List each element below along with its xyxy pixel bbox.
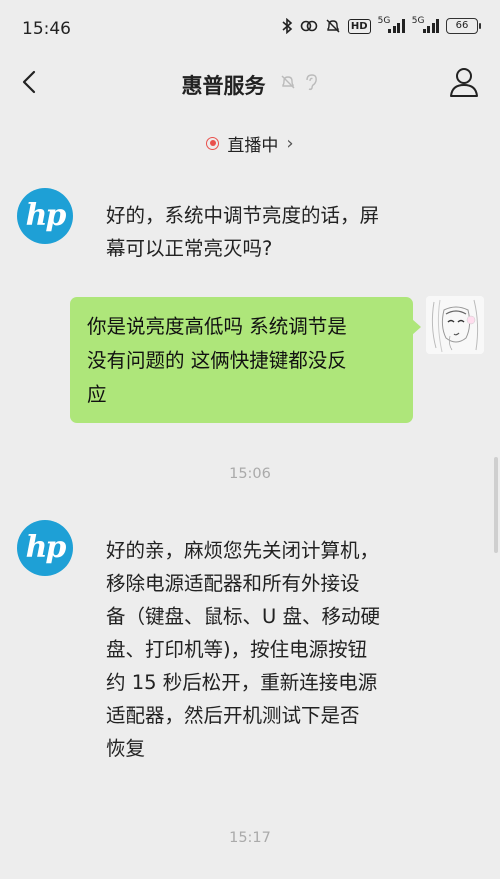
avatar[interactable] [426, 296, 484, 354]
network-type-label: 5G [377, 15, 391, 26]
message-line: 幕可以正常亮灭吗? [106, 237, 273, 260]
hp-logo-icon: hp [25, 529, 67, 565]
message-bubble[interactable]: 你是说亮度高低吗 系统调节是 没有问题的 这俩快捷键都没反 应 [70, 297, 421, 423]
battery-icon: 66 [446, 18, 481, 34]
message-line: 备（键盘、鼠标、U 盘、移动硬 [106, 605, 380, 628]
chevron-right-icon: › [286, 132, 294, 154]
signal-icon: 5G [411, 15, 439, 33]
status-time: 15:46 [22, 19, 71, 39]
live-dot-icon [206, 136, 220, 150]
bell-off-icon [281, 75, 295, 89]
message-line: 约 15 秒后松开，重新连接电源 [106, 671, 378, 694]
hd-icon: HD [347, 18, 371, 34]
network-type-label: 5G [411, 15, 425, 26]
avatar[interactable]: hp [17, 188, 73, 244]
message-line: 移除电源适配器和所有外接设 [106, 572, 360, 595]
timestamp: 15:17 [229, 830, 271, 846]
status-bar: 15:46 HD 5G 5G 66 [0, 0, 500, 56]
message-line: 好的，系统中调节亮度的话，屏 [106, 204, 380, 227]
live-indicator[interactable]: 直播中 › [0, 128, 500, 158]
link-icon [300, 18, 318, 34]
live-label: 直播中 [227, 135, 279, 156]
mute-icon [325, 18, 341, 34]
message-line: 好的亲，麻烦您先关闭计算机， [106, 539, 380, 562]
nav-bar: 惠普服务 [0, 56, 500, 108]
chat-title: 惠普服务 [0, 70, 500, 100]
signal-icon: 5G [377, 15, 405, 33]
message-text: 好的，系统中调节亮度的话，屏 幕可以正常亮灭吗? [106, 199, 379, 265]
message-line: 适配器，然后开机测试下是否 [106, 704, 360, 727]
ear-icon [305, 74, 317, 91]
message-text: 好的亲，麻烦您先关闭计算机， 移除电源适配器和所有外接设 备（键盘、鼠标、U 盘… [106, 534, 380, 765]
bluetooth-icon [281, 18, 293, 34]
profile-button[interactable] [446, 64, 482, 100]
avatar[interactable]: hp [17, 520, 73, 576]
message-line: 你是说亮度高低吗 系统调节是 [87, 315, 347, 338]
message-line: 没有问题的 这俩快捷键都没反 [87, 349, 347, 372]
hp-logo-icon: hp [25, 197, 67, 233]
scrollbar[interactable] [494, 457, 498, 553]
timestamp: 15:06 [229, 466, 271, 482]
profile-icon [450, 68, 478, 97]
message-line: 盘、打印机等)，按住电源按钮 [106, 638, 368, 661]
user-avatar-icon [426, 296, 484, 354]
message-line: 应 [87, 383, 107, 406]
message-line: 恢复 [106, 737, 146, 760]
page-title: 惠普服务 [181, 74, 266, 98]
status-icons: HD 5G 5G 66 [281, 15, 481, 34]
